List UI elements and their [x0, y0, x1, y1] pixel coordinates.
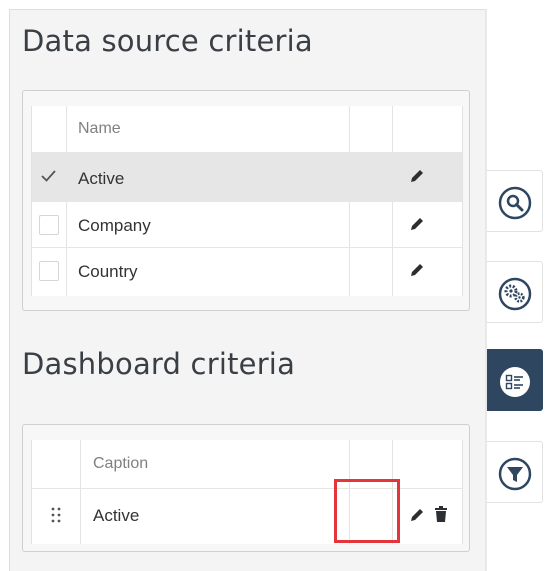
filter-icon — [498, 457, 532, 491]
dashboard-grid: Caption Active — [22, 424, 470, 552]
row-checkbox[interactable] — [39, 215, 59, 235]
row-checkbox[interactable] — [39, 167, 59, 187]
dashboard-title: Dashboard criteria — [22, 347, 296, 381]
datasource-table: Name Active Company Country — [31, 106, 463, 296]
criteria-list-icon — [500, 367, 530, 397]
datasource-row-active[interactable]: Active — [32, 152, 462, 201]
edit-icon[interactable] — [409, 216, 425, 232]
datasource-grid: Name Active Company Country — [22, 90, 470, 311]
datasource-row-country[interactable]: Country — [32, 247, 462, 296]
row-label: Company — [78, 216, 151, 235]
trash-icon[interactable] — [434, 506, 448, 523]
column-header-caption[interactable]: Caption — [93, 455, 148, 473]
row-label: Country — [78, 262, 138, 281]
edit-icon[interactable] — [409, 507, 425, 523]
row-label: Active — [78, 169, 125, 188]
criteria-button[interactable] — [487, 349, 543, 411]
filter-button[interactable] — [487, 441, 543, 503]
datasource-row-company[interactable]: Company — [32, 201, 462, 247]
edit-icon[interactable] — [409, 168, 425, 184]
checkmark-icon — [41, 170, 56, 182]
datasource-header-row: Name — [32, 106, 462, 152]
column-header-name[interactable]: Name — [78, 120, 121, 138]
gears-icon — [498, 277, 532, 311]
edit-icon[interactable] — [409, 262, 425, 278]
row-label: Active — [93, 506, 140, 525]
search-icon — [498, 186, 532, 220]
row-checkbox[interactable] — [39, 261, 59, 281]
drag-handle-icon[interactable] — [51, 506, 61, 524]
highlight-box — [334, 479, 400, 543]
settings-button[interactable] — [487, 261, 543, 323]
search-button[interactable] — [487, 170, 543, 232]
datasource-title: Data source criteria — [22, 24, 313, 58]
